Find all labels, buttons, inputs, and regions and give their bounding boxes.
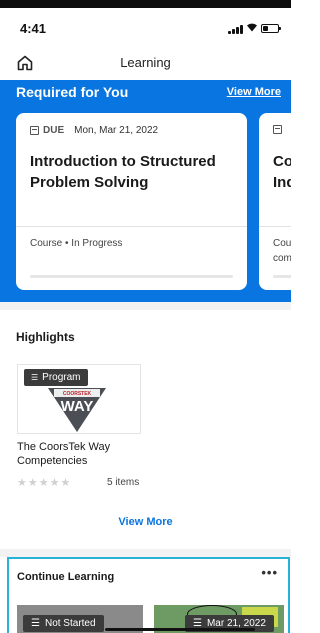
program-icon: ☰ <box>31 373 39 382</box>
course-card[interactable]: DUE Mon, Mar 21, 2022 Introduction to St… <box>16 113 247 290</box>
scroll-indicator-bar <box>105 628 255 631</box>
rating-stars: ★★★★★ <box>17 477 72 489</box>
status-bar: 4:41 <box>0 8 291 46</box>
continue-learning-section: Continue Learning ••• ☰ Not Started ☰ Ma… <box>7 557 290 633</box>
program-title[interactable]: The CoorsTek Way Competencies <box>17 440 157 468</box>
cellular-signal-icon <box>228 25 243 34</box>
progress-bar <box>273 275 291 278</box>
program-thumbnail[interactable]: COORSTEK WAY ☰ Program <box>17 364 141 434</box>
course-card-partial[interactable]: Co Ab Ind Cou com <box>259 113 291 290</box>
battery-icon <box>261 24 281 33</box>
course-meta: Cou <box>273 238 291 249</box>
status-time: 4:41 <box>20 21 47 36</box>
section-separator <box>0 549 291 557</box>
program-badge-label: Program <box>42 372 81 383</box>
highlights-section: Highlights COORSTEK WAY ☰ Program The Co… <box>0 318 291 548</box>
card-divider <box>16 226 247 227</box>
card-divider <box>259 226 291 227</box>
course-title: Co Ab Ind <box>273 153 291 191</box>
calendar-icon <box>30 126 39 135</box>
due-row: DUE Mon, Mar 21, 2022 <box>30 125 158 136</box>
calendar-icon <box>273 125 282 134</box>
nav-bar: Learning <box>0 46 291 80</box>
progress-bar <box>30 275 233 278</box>
due-label: DUE <box>43 125 65 136</box>
logo-way-text: WAY <box>60 398 94 415</box>
scroll-indicator <box>9 628 288 631</box>
course-meta-2: com <box>273 253 291 264</box>
program-badge: ☰ Program <box>24 369 88 386</box>
section-title: Highlights <box>16 330 75 344</box>
top-edge-bar <box>0 0 291 8</box>
coorstek-way-logo: COORSTEK WAY <box>46 386 108 434</box>
course-meta: Course • In Progress <box>30 238 123 249</box>
course-title: Introduction to Structured Problem Solvi… <box>30 153 216 191</box>
view-more-link[interactable]: View More <box>227 86 281 98</box>
wifi-icon <box>246 22 258 35</box>
more-options-icon[interactable]: ••• <box>261 565 278 580</box>
due-row <box>273 125 282 134</box>
section-title: Required for You <box>16 84 129 100</box>
logo-wordmark: COORSTEK <box>62 391 92 397</box>
section-separator <box>0 302 291 310</box>
view-more-button[interactable]: View More <box>0 516 291 528</box>
section-title: Continue Learning <box>17 571 115 583</box>
required-for-you-section: Required for You View More DUE Mon, Mar … <box>0 80 291 302</box>
due-date: Mon, Mar 21, 2022 <box>74 125 159 136</box>
page-title: Learning <box>120 55 171 70</box>
items-count: 5 items <box>107 477 140 488</box>
